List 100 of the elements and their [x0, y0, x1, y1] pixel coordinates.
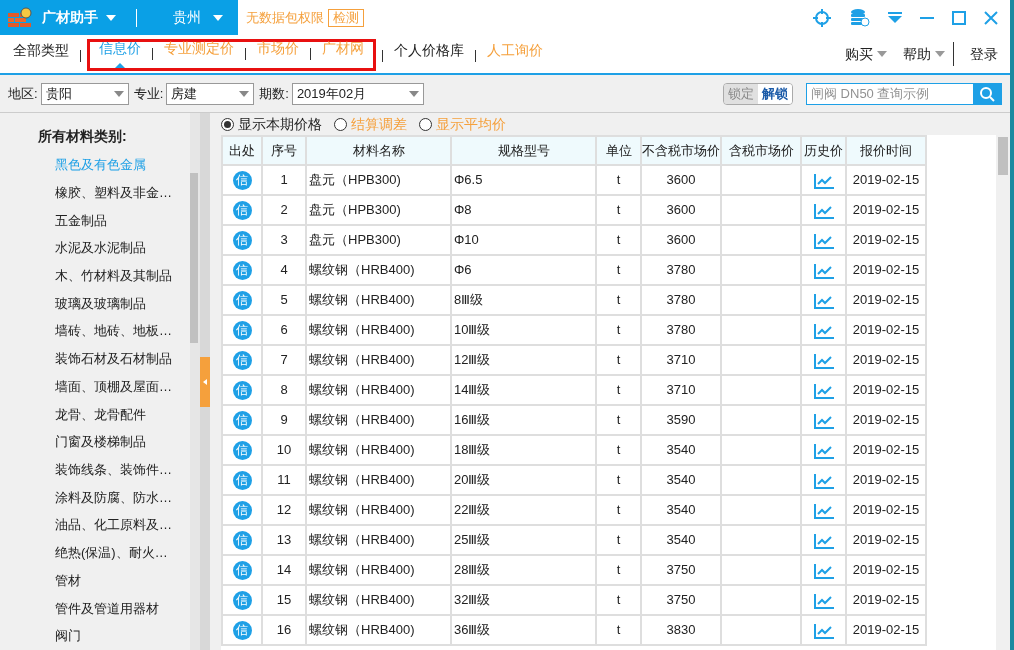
table-cell: 2019-02-15	[846, 375, 926, 405]
table-cell: 螺纹钢（HRB400)	[306, 435, 451, 465]
maximize-icon[interactable]	[952, 10, 966, 25]
table-cell: 2019-02-15	[846, 255, 926, 285]
category-item[interactable]: 装饰线条、装饰件…	[0, 455, 190, 484]
table-cell: 螺纹钢（HRB400)	[306, 345, 451, 375]
table-cell: 3540	[641, 435, 721, 465]
unlock-button[interactable]: 解锁	[758, 83, 792, 104]
category-item[interactable]: 木、竹材料及其制品	[0, 261, 190, 290]
table-cell: 3750	[641, 585, 721, 615]
line-chart-icon[interactable]	[813, 502, 834, 519]
line-chart-icon[interactable]	[813, 472, 834, 489]
radio-button[interactable]	[221, 117, 234, 131]
dropdown-field[interactable]: 贵阳	[40, 82, 129, 105]
column-header: 出处	[222, 136, 262, 165]
line-chart-icon[interactable]	[813, 352, 834, 369]
radio-button[interactable]	[334, 117, 347, 131]
table-cell: 22Ⅲ级	[451, 495, 596, 525]
search-field[interactable]: 闸阀 DN50 查询示例	[806, 82, 1002, 105]
search-button[interactable]	[973, 83, 1001, 104]
line-chart-icon[interactable]	[813, 232, 834, 249]
caret-icon	[113, 90, 124, 97]
line-chart-icon[interactable]	[813, 172, 834, 189]
category-item[interactable]: 管材	[0, 566, 190, 595]
line-chart-icon[interactable]	[813, 412, 834, 429]
line-chart-icon[interactable]	[813, 442, 834, 459]
category-item[interactable]: 龙骨、龙骨配件	[0, 400, 190, 429]
search-icon	[979, 85, 995, 102]
table-cell: 2019-02-15	[846, 195, 926, 225]
category-item[interactable]: 管件及管道用器材	[0, 594, 190, 623]
menu-button[interactable]: 购买	[845, 43, 887, 65]
category-item[interactable]: 墙面、顶棚及屋面…	[0, 372, 190, 401]
dropdown-icon[interactable]	[888, 11, 902, 24]
line-chart-icon[interactable]	[813, 202, 834, 219]
crosshair-icon[interactable]	[812, 7, 832, 28]
scrollbar-thumb[interactable]	[190, 173, 198, 343]
table-cell: t	[596, 615, 641, 645]
category-item[interactable]: 涂料及防腐、防水…	[0, 483, 190, 512]
column-header: 规格型号	[451, 136, 596, 165]
table-cell: t	[596, 225, 641, 255]
line-chart-icon[interactable]	[813, 592, 834, 609]
nav-tab[interactable]: 个人价格库	[389, 38, 469, 70]
category-item[interactable]: 油品、化工原料及…	[0, 511, 190, 540]
table-cell: 2019-02-15	[846, 495, 926, 525]
table-cell: t	[596, 585, 641, 615]
table-cell: 2019-02-15	[846, 465, 926, 495]
category-item[interactable]: 水泥及水泥制品	[0, 234, 190, 262]
dropdown-field[interactable]: 2019年02月	[291, 82, 424, 105]
table-cell: 3780	[641, 285, 721, 315]
line-chart-icon[interactable]	[813, 382, 834, 399]
category-item[interactable]: 绝热(保温)、耐火…	[0, 539, 190, 567]
line-chart-icon[interactable]	[813, 622, 834, 639]
collapse-handle[interactable]	[200, 356, 210, 407]
table-cell: 3600	[641, 165, 721, 195]
table-cell: 螺纹钢（HRB400)	[306, 555, 451, 585]
category-item[interactable]: 门窗及楼梯制品	[0, 428, 190, 456]
category-item[interactable]: 五金制品	[0, 206, 190, 235]
menu-button[interactable]: 登录	[970, 43, 998, 65]
line-chart-icon[interactable]	[813, 562, 834, 579]
table-cell: 3540	[641, 525, 721, 555]
table-cell: 15	[262, 585, 306, 615]
table-cell: 3540	[641, 465, 721, 495]
close-icon[interactable]	[984, 10, 998, 25]
category-item[interactable]: 橡胶、塑料及非金…	[0, 178, 190, 207]
line-chart-icon[interactable]	[813, 322, 834, 339]
column-header: 历史价	[801, 136, 846, 165]
category-item[interactable]: 墙砖、地砖、地板…	[0, 317, 190, 346]
category-item[interactable]: 阀门	[0, 622, 190, 650]
caret-icon	[106, 14, 116, 21]
column-header: 含税市场价	[721, 136, 801, 165]
table-cell: 10	[262, 435, 306, 465]
line-chart-icon[interactable]	[813, 292, 834, 309]
column-header: 材料名称	[306, 136, 451, 165]
table-cell: 25Ⅲ级	[451, 525, 596, 555]
table-cell: 3600	[641, 195, 721, 225]
table-cell: 8Ⅲ级	[451, 285, 596, 315]
radio-button[interactable]	[419, 117, 432, 131]
category-item[interactable]: 装饰石材及石材制品	[0, 345, 190, 373]
table-cell: 12Ⅲ级	[451, 345, 596, 375]
table-cell: 2019-02-15	[846, 285, 926, 315]
radio-label: 结算调差	[351, 114, 407, 134]
table-cell: 3710	[641, 375, 721, 405]
category-item[interactable]: 玻璃及玻璃制品	[0, 289, 190, 318]
database-icon[interactable]	[850, 8, 870, 27]
line-chart-icon[interactable]	[813, 262, 834, 279]
dropdown-field[interactable]: 房建	[166, 82, 255, 105]
table-cell: 2019-02-15	[846, 525, 926, 555]
table-cell: 螺纹钢（HRB400)	[306, 375, 451, 405]
table-cell: 2	[262, 195, 306, 225]
nav-tab[interactable]: 全部类型	[8, 38, 74, 70]
table-cell: t	[596, 525, 641, 555]
table-cell: 16	[262, 615, 306, 645]
scrollbar-thumb[interactable]	[998, 137, 1008, 175]
caret-icon	[213, 14, 223, 21]
table-cell: t	[596, 495, 641, 525]
table-cell: 3540	[641, 495, 721, 525]
radio-label: 显示本期价格	[238, 114, 322, 134]
line-chart-icon[interactable]	[813, 532, 834, 549]
menu-button[interactable]: 帮助	[903, 43, 945, 65]
caret-icon	[408, 90, 419, 97]
